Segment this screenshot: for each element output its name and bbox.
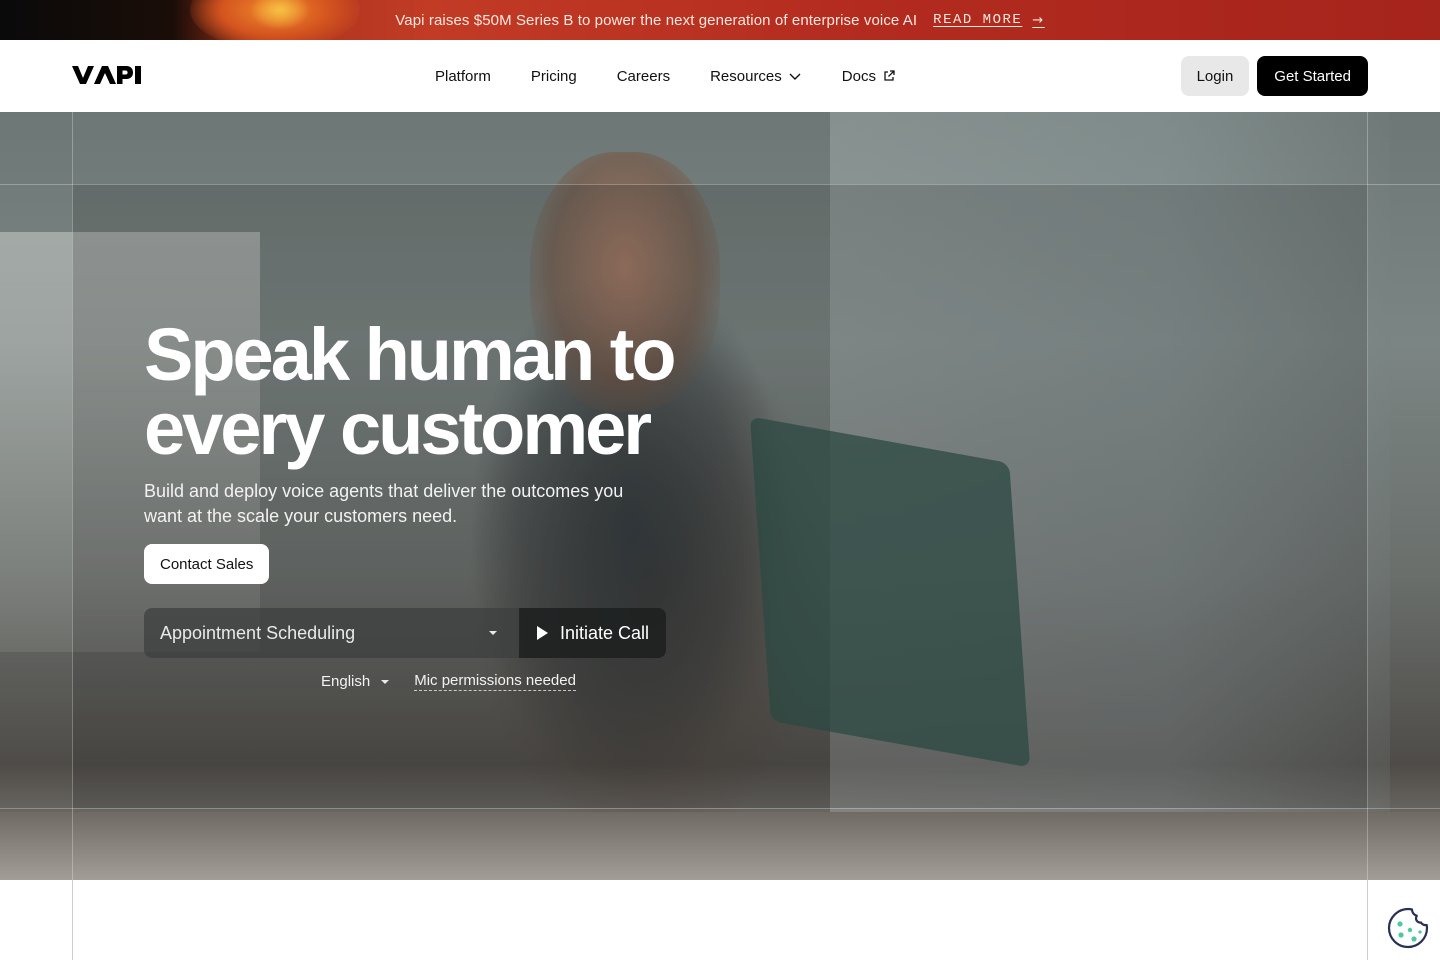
- use-case-select[interactable]: Appointment Scheduling: [144, 608, 519, 658]
- headline-line-2: every customer: [144, 387, 652, 470]
- grid-guide-line: [1367, 112, 1368, 880]
- initiate-call-label: Initiate Call: [560, 622, 650, 643]
- external-link-icon: [884, 70, 895, 81]
- use-case-value: Appointment Scheduling: [160, 622, 356, 643]
- chevron-down-icon: [789, 73, 801, 80]
- caret-down-icon: [381, 679, 390, 684]
- nav-link-label: Pricing: [530, 67, 577, 85]
- headline-line-1: Speak human to: [144, 313, 677, 396]
- get-started-button[interactable]: Get Started: [1257, 56, 1368, 96]
- hero-background-desk: [0, 812, 1440, 880]
- grid-guide-line: [0, 184, 1440, 185]
- mic-permissions-link[interactable]: Mic permissions needed: [414, 672, 576, 691]
- login-button[interactable]: Login: [1180, 56, 1250, 96]
- read-more-link[interactable]: READ MORE →: [933, 12, 1045, 28]
- caret-down-icon: [489, 631, 497, 635]
- announcement-text: Vapi raises $50M Series B to power the n…: [395, 11, 918, 29]
- top-navigation: Platform Pricing Careers Resources Docs …: [0, 40, 1440, 112]
- grid-guide-line: [72, 112, 73, 880]
- initiate-call-button[interactable]: Initiate Call: [519, 608, 666, 658]
- nav-link-pricing[interactable]: Pricing: [531, 68, 577, 85]
- nav-link-label: Docs: [841, 67, 876, 85]
- hero-section: Speak human to every customer Build and …: [0, 112, 1440, 880]
- cookie-icon: [1387, 907, 1429, 949]
- nav-link-label: Careers: [616, 67, 671, 85]
- nav-actions: Login Get Started: [1180, 56, 1368, 96]
- voice-demo-widget: Appointment Scheduling Initiate Call: [144, 608, 666, 658]
- nav-link-label: Platform: [435, 67, 491, 85]
- contact-sales-button[interactable]: Contact Sales: [144, 544, 270, 584]
- hero-headline: Speak human to every customer: [144, 318, 764, 466]
- play-icon: [537, 626, 548, 640]
- read-more-label: READ MORE: [933, 12, 1023, 28]
- nav-links: Platform Pricing Careers Resources Docs: [435, 40, 896, 112]
- grid-guide-line: [72, 880, 73, 960]
- announcement-bar: Vapi raises $50M Series B to power the n…: [0, 0, 1440, 40]
- language-select[interactable]: English: [321, 673, 390, 690]
- language-value: English: [321, 673, 371, 690]
- demo-options: English Mic permissions needed: [321, 672, 576, 691]
- cookie-settings-button[interactable]: [1387, 907, 1429, 949]
- nav-link-resources[interactable]: Resources: [710, 68, 802, 85]
- vapi-logo[interactable]: [72, 64, 142, 86]
- vapi-logo-mark: [72, 66, 141, 84]
- announcement-flower-highlight: [250, 0, 310, 30]
- hero-subheading: Build and deploy voice agents that deliv…: [144, 481, 624, 526]
- nav-link-careers[interactable]: Careers: [617, 68, 670, 85]
- nav-link-label: Resources: [710, 67, 782, 85]
- grid-guide-line: [0, 808, 1440, 809]
- arrow-right-icon: →: [1032, 12, 1045, 28]
- nav-link-docs[interactable]: Docs: [842, 68, 896, 85]
- grid-guide-line: [1367, 880, 1368, 960]
- nav-link-platform[interactable]: Platform: [435, 68, 491, 85]
